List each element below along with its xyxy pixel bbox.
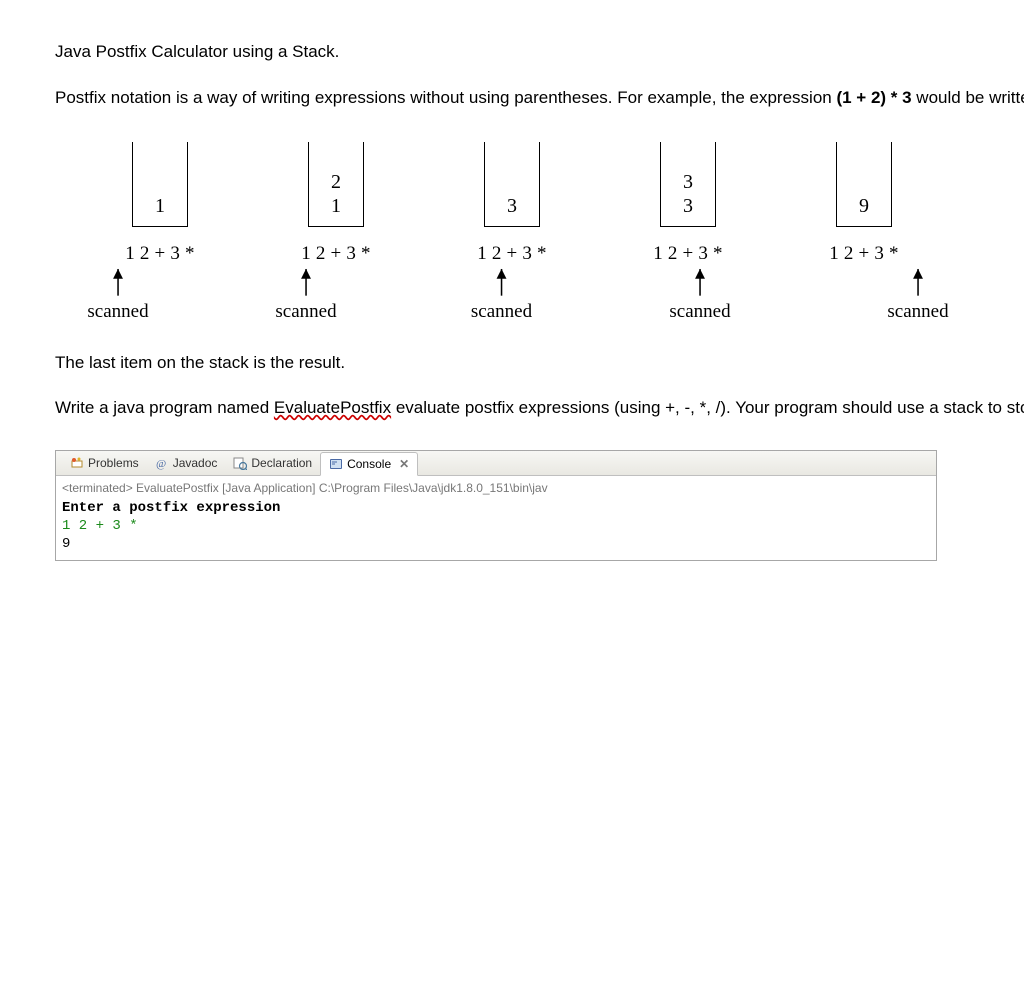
text-fragment: Write a java program named bbox=[55, 398, 274, 417]
postfix-expression: 1 2 + 3 * bbox=[613, 241, 763, 268]
scanned-label: scanned bbox=[669, 299, 730, 326]
expression-scan-line: 1 2 + 3 *▴│scanned bbox=[261, 241, 411, 331]
problems-icon bbox=[70, 456, 84, 470]
tab-declaration[interactable]: Declaration bbox=[225, 451, 320, 475]
postfix-expression: 1 2 + 3 * bbox=[85, 241, 235, 268]
result-note: The last item on the stack is the result… bbox=[55, 351, 969, 375]
postfix-expression: 1 2 + 3 * bbox=[437, 241, 587, 268]
stack-value: 1 bbox=[331, 194, 341, 218]
declaration-icon bbox=[233, 456, 247, 470]
scan-arrow-stem: │ bbox=[298, 271, 314, 293]
javadoc-icon: @ bbox=[155, 456, 169, 470]
console-icon bbox=[329, 457, 343, 471]
scan-arrow-stem: │ bbox=[910, 271, 926, 293]
intro-paragraph: Postfix notation is a way of writing exp… bbox=[55, 86, 969, 110]
console-output-line: 9 bbox=[62, 535, 930, 553]
scan-arrow-stem: │ bbox=[110, 271, 126, 293]
tab-problems[interactable]: Problems bbox=[62, 451, 147, 475]
stack-box: 3 bbox=[484, 142, 540, 227]
stack-value: 9 bbox=[859, 194, 869, 218]
tab-label: Declaration bbox=[251, 455, 312, 472]
expression-scan-line: 1 2 + 3 *▴│scanned bbox=[613, 241, 763, 331]
close-icon[interactable]: ✕ bbox=[399, 456, 409, 473]
tab-label: Console bbox=[347, 456, 391, 473]
postfix-expression: 1 2 + 3 * bbox=[261, 241, 411, 268]
stack-value: 3 bbox=[683, 194, 693, 218]
eclipse-console-panel: Problems @ Javadoc Declaration Console ✕ <ter… bbox=[55, 450, 937, 560]
stack-box: 9 bbox=[836, 142, 892, 227]
tab-label: Javadoc bbox=[173, 455, 218, 472]
stack-value: 1 bbox=[155, 194, 165, 218]
stack-step: 31 2 + 3 *▴│scanned bbox=[437, 142, 587, 331]
text-fragment: would be written as bbox=[912, 88, 1024, 107]
scanned-label: scanned bbox=[87, 299, 148, 326]
bold-expression-infix: (1 + 2) * 3 bbox=[836, 88, 911, 107]
tab-label: Problems bbox=[88, 455, 139, 472]
expression-scan-line: 1 2 + 3 *▴│scanned bbox=[437, 241, 587, 331]
tab-javadoc[interactable]: @ Javadoc bbox=[147, 451, 226, 475]
tab-console[interactable]: Console ✕ bbox=[320, 452, 418, 476]
scanned-label: scanned bbox=[887, 299, 948, 326]
scanned-label: scanned bbox=[275, 299, 336, 326]
scan-arrow-stem: │ bbox=[692, 271, 708, 293]
stack-value: 3 bbox=[683, 170, 693, 194]
scan-arrow-stem: │ bbox=[494, 271, 510, 293]
console-input-line: 1 2 + 3 * bbox=[62, 517, 930, 535]
console-prompt-line: Enter a postfix expression bbox=[62, 499, 930, 517]
console-tab-bar: Problems @ Javadoc Declaration Console ✕ bbox=[56, 451, 936, 476]
stack-step: 331 2 + 3 *▴│scanned bbox=[613, 142, 763, 331]
program-name-link: EvaluatePostfix bbox=[274, 398, 391, 417]
scanned-label: scanned bbox=[471, 299, 532, 326]
stack-diagram: 11 2 + 3 *▴│scanned121 2 + 3 *▴│scanned3… bbox=[55, 132, 969, 351]
stack-value: 3 bbox=[507, 194, 517, 218]
svg-text:@: @ bbox=[156, 458, 166, 470]
stack-step: 11 2 + 3 *▴│scanned bbox=[85, 142, 235, 331]
stack-value: 2 bbox=[331, 170, 341, 194]
stack-box: 33 bbox=[660, 142, 716, 227]
expression-scan-line: 1 2 + 3 *▴│scanned bbox=[789, 241, 939, 331]
text-fragment: Postfix notation is a way of writing exp… bbox=[55, 88, 836, 107]
assignment-paragraph: Write a java program named EvaluatePostf… bbox=[55, 396, 969, 420]
console-output: Enter a postfix expression1 2 + 3 *9 bbox=[56, 499, 936, 560]
expression-scan-line: 1 2 + 3 *▴│scanned bbox=[85, 241, 235, 331]
stack-box: 1 bbox=[132, 142, 188, 227]
page-title: Java Postfix Calculator using a Stack. bbox=[55, 40, 969, 64]
console-status-line: <terminated> EvaluatePostfix [Java Appli… bbox=[56, 476, 936, 499]
stack-box: 12 bbox=[308, 142, 364, 227]
text-fragment: evaluate postfix expressions (using +, -… bbox=[391, 398, 1024, 417]
stack-step: 9 1 2 + 3 *▴│scanned bbox=[789, 142, 939, 331]
stack-step: 121 2 + 3 *▴│scanned bbox=[261, 142, 411, 331]
